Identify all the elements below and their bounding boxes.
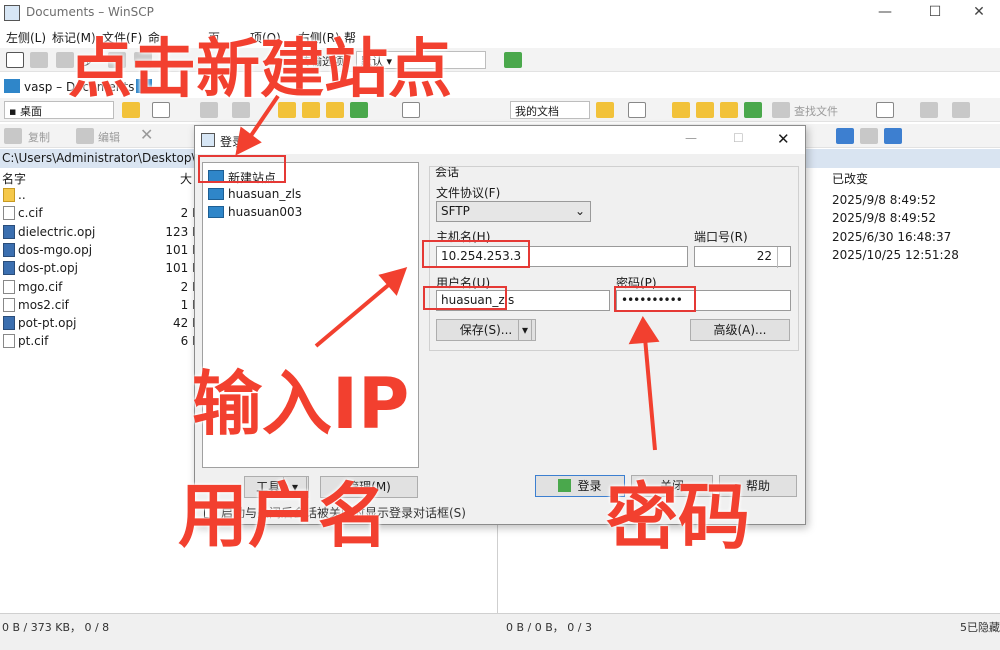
arrow-head [235, 126, 262, 156]
arrow-head [628, 315, 660, 345]
arrow-password [643, 337, 657, 451]
annotation-enter-ip: 输入IP [192, 363, 410, 445]
annotation-password: 密码 [606, 475, 751, 559]
arrow-ip [314, 280, 394, 348]
annotation-new-site: 点击新建站点 [68, 33, 452, 107]
annotation-username: 用户名 [178, 475, 388, 557]
